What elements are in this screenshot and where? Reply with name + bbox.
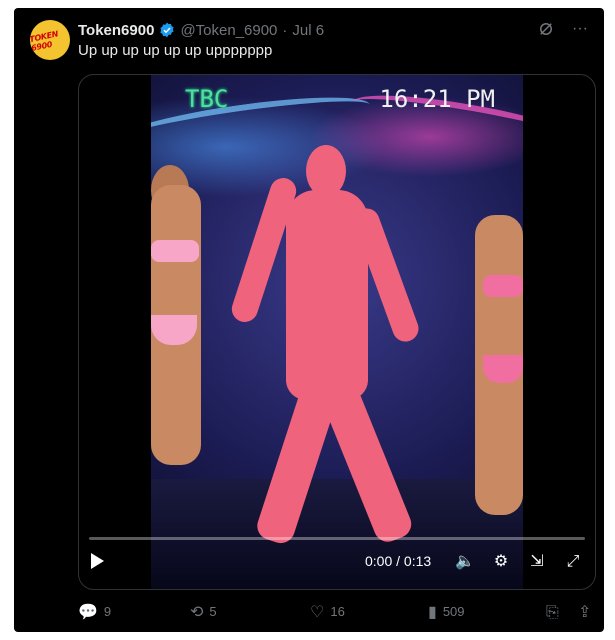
dancer-right-bottom (483, 355, 523, 383)
tweet-header: Token6900 @Token_6900 · Jul 6 (78, 20, 324, 40)
tweet-card: TOKEN 6900 Token6900 @Token_6900 · Jul 6… (14, 8, 604, 632)
share-icon: ⇪ (578, 602, 592, 621)
fullscreen-icon[interactable]: ⤢ (563, 551, 583, 571)
pink-suit-head (306, 145, 346, 197)
settings-icon[interactable]: ⚙ (491, 551, 511, 570)
bookmark-button[interactable]: ⎘ (546, 602, 559, 622)
dancer-left-top (151, 240, 199, 262)
more-options-icon[interactable]: ··· (570, 20, 590, 43)
views-button[interactable]: ▮ 509 (428, 602, 465, 621)
separator-dot: · (282, 21, 288, 39)
reply-count: 9 (103, 604, 112, 619)
pink-suit-body (286, 190, 368, 400)
pip-icon[interactable]: ⇲ (527, 551, 547, 570)
grok-icon[interactable] (536, 20, 556, 43)
repost-button[interactable]: ⟲ 5 (190, 602, 217, 621)
dancer-right-top (483, 275, 523, 297)
avatar[interactable]: TOKEN 6900 (30, 20, 70, 60)
repost-count: 5 (209, 604, 217, 619)
share-button[interactable]: ⇪ (578, 602, 591, 621)
video-time: 0:00 / 0:13 (365, 553, 432, 569)
video-player[interactable]: TBC 16:21 PM 0:00 / 0:13 🔈 ⚙ ⇲ ⤢ (78, 74, 596, 590)
like-count: 16 (330, 604, 345, 619)
play-icon[interactable] (91, 553, 104, 569)
progress-bar[interactable] (89, 537, 585, 540)
volume-icon[interactable]: 🔈 (455, 551, 475, 570)
display-name[interactable]: Token6900 (78, 22, 154, 39)
views-count: 509 (442, 604, 465, 619)
post-date[interactable]: Jul 6 (292, 22, 324, 39)
video-clock-overlay: 16:21 PM (379, 85, 495, 113)
tweet-text: Up up up up up up uppppppp (78, 42, 273, 59)
reply-icon: 💬 (78, 602, 98, 621)
heart-icon: ♡ (310, 602, 325, 621)
video-controls: 0:00 / 0:13 🔈 ⚙ ⇲ ⤢ (79, 529, 595, 589)
avatar-logo-text: TOKEN 6900 (30, 29, 59, 53)
video-channel-overlay: TBC (185, 85, 229, 113)
repost-icon: ⟲ (190, 602, 204, 621)
video-frame[interactable]: TBC 16:21 PM (151, 75, 523, 589)
bookmark-icon: ⎘ (546, 602, 559, 621)
handle[interactable]: @Token_6900 (180, 22, 277, 39)
views-icon: ▮ (428, 602, 437, 621)
verified-badge-icon (160, 22, 175, 38)
reply-button[interactable]: 💬 9 (78, 602, 111, 621)
tweet-actions: 💬 9 ⟲ 5 ♡ 16 ▮ 509 ⎘ ⇪ (78, 602, 594, 626)
like-button[interactable]: ♡ 16 (310, 602, 345, 621)
tweet-top-actions: ··· (536, 20, 590, 43)
